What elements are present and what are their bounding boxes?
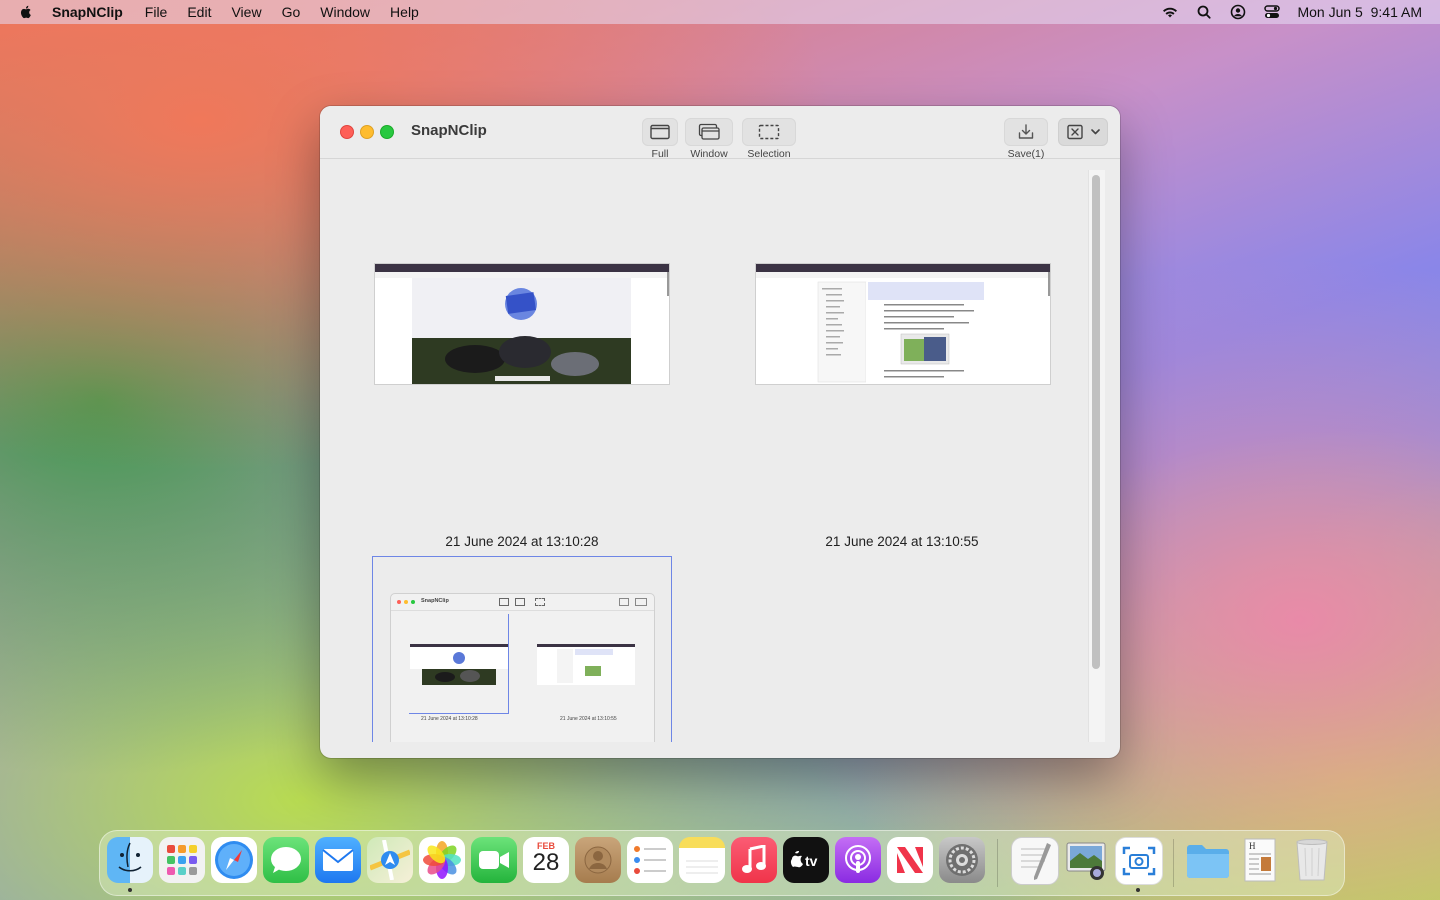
- menu-app-name[interactable]: SnapNClip: [52, 4, 123, 20]
- launchpad-icon[interactable]: [159, 837, 205, 883]
- capture-caption: 21 June 2024 at 13:10:28: [445, 534, 599, 549]
- tv-icon[interactable]: tv: [783, 837, 829, 883]
- user-icon[interactable]: [1229, 4, 1247, 20]
- screenshot-preview: [756, 264, 1050, 384]
- reminders-icon[interactable]: [627, 837, 673, 883]
- nested-caption-2: 21 June 2024 at 13:10:55: [560, 716, 617, 722]
- capture-thumbnail[interactable]: [755, 263, 1051, 385]
- folder-icon[interactable]: [1185, 837, 1231, 883]
- maps-icon[interactable]: [367, 837, 413, 883]
- dock-separator: [1173, 839, 1174, 887]
- running-indicator: [1136, 888, 1140, 892]
- chevron-down-icon: [1090, 129, 1100, 135]
- dock-separator: [997, 839, 998, 887]
- minimize-window-button[interactable]: [360, 125, 374, 139]
- capture-window-btn-frame[interactable]: [685, 118, 733, 146]
- full-screen-icon: [650, 124, 670, 140]
- news-icon[interactable]: [887, 837, 933, 883]
- captures-grid: 21 June 2024 at 13:10:28 21 June 2024 at…: [320, 159, 1120, 742]
- capture-selection-button[interactable]: Selection: [742, 118, 796, 160]
- preview-icon[interactable]: [1063, 837, 1109, 883]
- photos-icon[interactable]: [419, 837, 465, 883]
- menu-view[interactable]: View: [231, 4, 261, 20]
- capture-thumbnail[interactable]: SnapNClip 21 June 2024 at 13:10:28 21 Ju…: [390, 593, 655, 742]
- screenshot-preview: [375, 264, 669, 384]
- menu-file[interactable]: File: [145, 4, 168, 20]
- selection-icon: [758, 124, 780, 140]
- control-center-icon[interactable]: [1263, 4, 1281, 20]
- capture-window-button[interactable]: Window: [685, 118, 733, 160]
- mail-icon[interactable]: [315, 837, 361, 883]
- clear-dropdown-button[interactable]: [1058, 118, 1108, 146]
- safari-icon[interactable]: [211, 837, 257, 883]
- save-button[interactable]: Save(1): [1004, 118, 1048, 160]
- snapnclip-icon[interactable]: [1115, 837, 1163, 885]
- save-download-icon: [1018, 124, 1034, 139]
- dock: FEB 28 tv H: [99, 830, 1345, 896]
- selected-capture-cell[interactable]: SnapNClip 21 June 2024 at 13:10:28 21 Ju…: [372, 556, 672, 742]
- svg-text:tv: tv: [805, 853, 818, 869]
- nested-traffic-lights: [397, 600, 415, 604]
- window-title: SnapNClip: [411, 122, 487, 139]
- snapnclip-window: SnapNClip Full Window Selection Save(1): [320, 106, 1120, 758]
- capture-thumbnail[interactable]: [374, 263, 670, 385]
- system-settings-icon[interactable]: [939, 837, 985, 883]
- apple-icon[interactable]: [18, 4, 34, 20]
- menu-edit[interactable]: Edit: [187, 4, 211, 20]
- close-window-button[interactable]: [340, 125, 354, 139]
- nested-thumbnail-1: [410, 644, 508, 685]
- document-icon[interactable]: H: [1237, 837, 1283, 883]
- running-indicator: [128, 888, 132, 892]
- window-icon: [698, 123, 720, 140]
- vertical-scrollbar[interactable]: [1092, 175, 1100, 669]
- nested-thumbnail-2: [537, 644, 635, 685]
- calendar-icon[interactable]: FEB 28: [523, 837, 569, 883]
- nested-caption-1: 21 June 2024 at 13:10:28: [421, 716, 478, 722]
- trash-icon[interactable]: [1289, 837, 1335, 883]
- capture-caption: 21 June 2024 at 13:10:55: [825, 534, 979, 549]
- facetime-icon[interactable]: [471, 837, 517, 883]
- finder-icon[interactable]: [107, 837, 153, 883]
- notes-icon[interactable]: [679, 837, 725, 883]
- messages-icon[interactable]: [263, 837, 309, 883]
- podcasts-icon[interactable]: [835, 837, 881, 883]
- clear-x-icon: [1066, 124, 1083, 140]
- contacts-icon[interactable]: [575, 837, 621, 883]
- menu-help[interactable]: Help: [390, 4, 419, 20]
- zoom-window-button[interactable]: [380, 125, 394, 139]
- nested-window-title: SnapNClip: [421, 598, 449, 604]
- music-icon[interactable]: [731, 837, 777, 883]
- save-btn-frame[interactable]: [1004, 118, 1048, 146]
- menu-go[interactable]: Go: [282, 4, 301, 20]
- capture-full-button[interactable]: Full: [642, 118, 678, 160]
- wifi-icon[interactable]: [1161, 4, 1179, 20]
- capture-full-btn-frame[interactable]: [642, 118, 678, 146]
- menubar-clock[interactable]: Mon Jun 5 9:41 AM: [1297, 4, 1422, 20]
- search-icon[interactable]: [1195, 4, 1213, 20]
- capture-selection-btn-frame[interactable]: [742, 118, 796, 146]
- textedit-icon[interactable]: [1011, 837, 1059, 885]
- menu-bar: SnapNClip File Edit View Go Window Help …: [0, 0, 1440, 24]
- calendar-day: 28: [532, 849, 560, 876]
- title-bar: SnapNClip Full Window Selection Save(1): [320, 106, 1120, 160]
- menu-window[interactable]: Window: [320, 4, 370, 20]
- svg-text:H: H: [1249, 841, 1256, 851]
